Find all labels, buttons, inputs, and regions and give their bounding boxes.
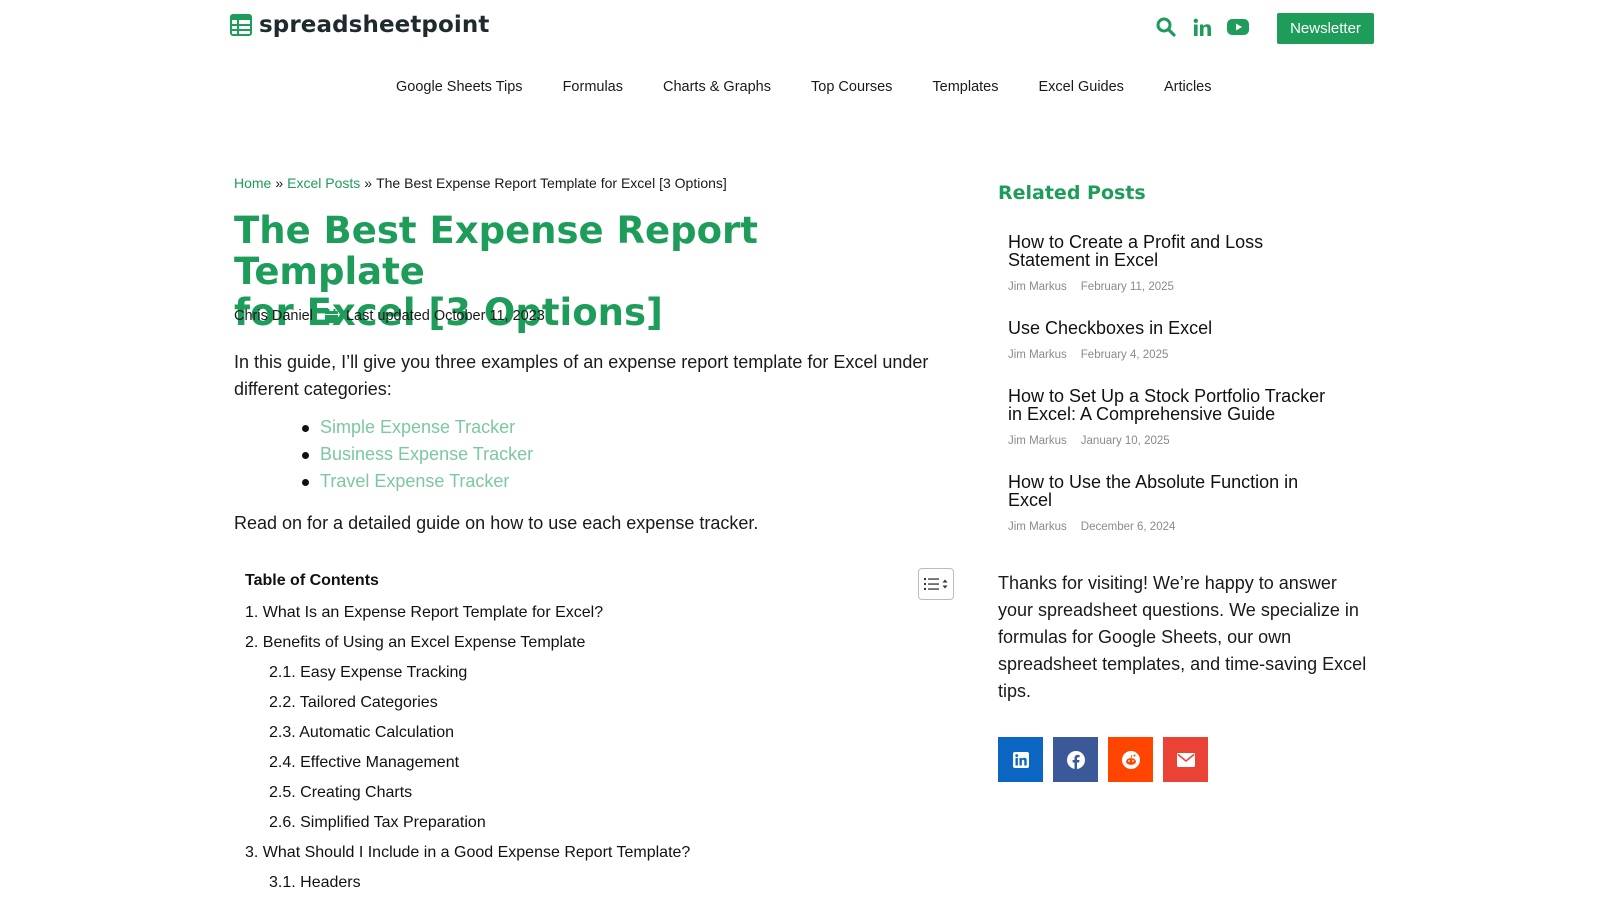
email-icon xyxy=(1176,752,1195,767)
related-post-title[interactable]: How to Create a Profit and Loss Statement… xyxy=(1008,233,1358,269)
site-logo[interactable]: spreadsheetpoint xyxy=(230,12,489,38)
reddit-icon xyxy=(1121,750,1140,769)
toc-item[interactable]: 3.1. Headers xyxy=(245,868,690,898)
related-post: How to Set Up a Stock Portfolio Tracker i… xyxy=(1008,387,1358,447)
spreadsheet-icon xyxy=(230,14,252,36)
related-post-date: February 4, 2025 xyxy=(1080,349,1169,361)
share-facebook-button[interactable] xyxy=(1053,737,1098,782)
nav-item-templates[interactable]: Templates xyxy=(932,79,998,95)
author-name[interactable]: Chris Daniel xyxy=(234,308,313,324)
related-post-date: January 10, 2025 xyxy=(1080,435,1170,447)
youtube-icon[interactable] xyxy=(1227,16,1249,38)
link-simple-expense-tracker[interactable]: Simple Expense Tracker xyxy=(300,414,533,441)
nav-item-articles[interactable]: Articles xyxy=(1164,79,1212,95)
related-post: Use Checkboxes in Excel Jim Markus Februa… xyxy=(1008,319,1358,361)
intro-paragraph: In this guide, I’ll give you three examp… xyxy=(234,352,929,399)
list-toggle-icon xyxy=(924,578,948,590)
logo-text: spreadsheetpoint xyxy=(259,12,490,38)
related-post: How to Use the Absolute Function in Excel… xyxy=(1008,473,1358,533)
facebook-icon xyxy=(1066,750,1085,769)
page-title-line-1: The Best Expense Report Template xyxy=(234,209,758,293)
search-icon[interactable] xyxy=(1155,16,1177,38)
nav-item-excel-guides[interactable]: Excel Guides xyxy=(1039,79,1124,95)
breadcrumb-home[interactable]: Home xyxy=(234,175,271,191)
newsletter-button[interactable]: Newsletter xyxy=(1277,13,1374,44)
nav-item-google-sheets-tips[interactable]: Google Sheets Tips xyxy=(396,79,523,95)
toc-item[interactable]: 2.2. Tailored Categories xyxy=(245,688,690,718)
toc-item[interactable]: 2.1. Easy Expense Tracking xyxy=(245,658,690,688)
about-blurb: Thanks for visiting! We’re happy to answ… xyxy=(998,573,1367,701)
linkedin-icon[interactable] xyxy=(1191,16,1213,38)
toc-title: Table of Contents xyxy=(245,572,379,589)
last-updated: Last updated October 11, 2023 xyxy=(345,308,545,324)
toc-item[interactable]: 2.3. Automatic Calculation xyxy=(245,718,690,748)
link-travel-expense-tracker[interactable]: Travel Expense Tracker xyxy=(300,468,533,495)
toc-list: 1. What Is an Expense Report Template fo… xyxy=(245,598,690,898)
toc-item[interactable]: 2.5. Creating Charts xyxy=(245,778,690,808)
toc-item[interactable]: 1. What Is an Expense Report Template fo… xyxy=(245,598,690,628)
link-business-expense-tracker[interactable]: Business Expense Tracker xyxy=(300,441,533,468)
tracker-link-list: Simple Expense Tracker Business Expense … xyxy=(300,414,533,495)
breadcrumb-excel-posts[interactable]: Excel Posts xyxy=(287,175,360,191)
related-post-title[interactable]: How to Use the Absolute Function in Excel xyxy=(1008,473,1358,509)
toc-item[interactable]: 2.4. Effective Management xyxy=(245,748,690,778)
share-reddit-button[interactable] xyxy=(1108,737,1153,782)
related-post-author: Jim Markus xyxy=(1008,521,1067,533)
nav-item-charts-graphs[interactable]: Charts & Graphs xyxy=(663,79,771,95)
nav-item-top-courses[interactable]: Top Courses xyxy=(811,79,892,95)
related-post-author: Jim Markus xyxy=(1008,281,1067,293)
toc-toggle-button[interactable] xyxy=(918,568,954,600)
related-post-title[interactable]: Use Checkboxes in Excel xyxy=(1008,319,1358,337)
related-post-date: February 11, 2025 xyxy=(1080,281,1174,293)
nav-item-formulas[interactable]: Formulas xyxy=(563,79,623,95)
share-linkedin-button[interactable] xyxy=(998,737,1043,782)
header-social-icons xyxy=(1155,16,1249,38)
related-post-title[interactable]: How to Set Up a Stock Portfolio Tracker i… xyxy=(1008,387,1358,423)
related-post-author: Jim Markus xyxy=(1008,435,1067,447)
related-posts-title: Related Posts xyxy=(998,182,1146,204)
toc-item[interactable]: 2. Benefits of Using an Excel Expense Te… xyxy=(245,628,690,658)
related-post: How to Create a Profit and Loss Statement… xyxy=(1008,233,1358,293)
breadcrumb-separator: » xyxy=(275,175,284,191)
related-post-date: December 6, 2024 xyxy=(1080,521,1176,533)
breadcrumb-current: The Best Expense Report Template for Exc… xyxy=(376,175,727,191)
breadcrumb: Home» Excel Posts» The Best Expense Report… xyxy=(234,175,727,191)
breadcrumb-separator: » xyxy=(364,175,373,191)
linkedin-icon xyxy=(1012,751,1029,768)
toc-item[interactable]: 2.6. Simplified Tax Preparation xyxy=(245,808,690,838)
related-post-author: Jim Markus xyxy=(1008,349,1067,361)
share-buttons xyxy=(998,737,1208,782)
read-on-paragraph: Read on for a detailed guide on how to u… xyxy=(234,513,759,533)
calendar-icon xyxy=(324,309,338,323)
share-email-button[interactable] xyxy=(1163,737,1208,782)
toc-item[interactable]: 3. What Should I Include in a Good Expen… xyxy=(245,838,690,868)
article-meta: Chris Daniel Last updated October 11, 20… xyxy=(234,308,545,324)
